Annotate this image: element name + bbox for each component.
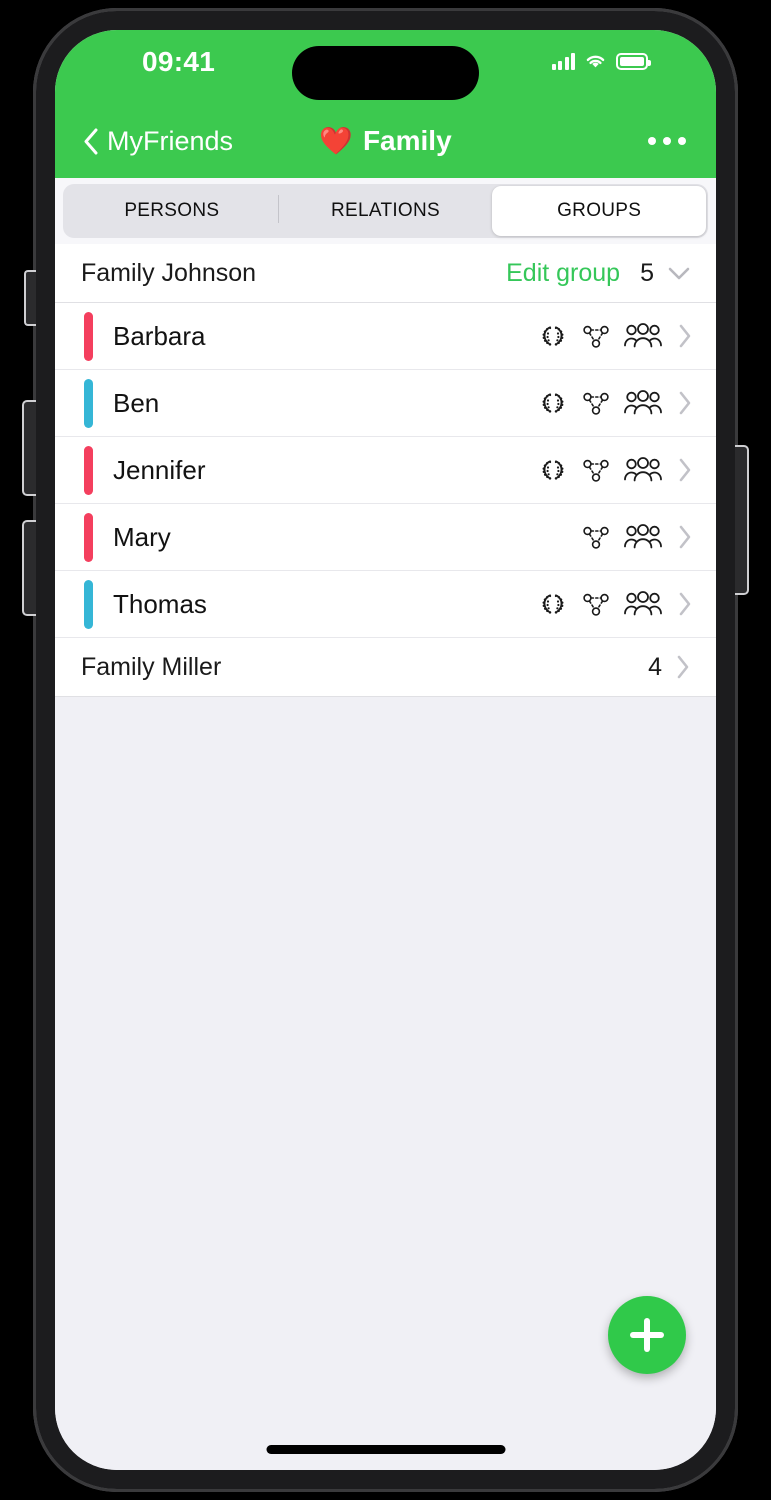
- member-row-barbara[interactable]: Barbara: [55, 303, 716, 370]
- silent-switch-button[interactable]: [24, 270, 36, 326]
- chevron-right-icon[interactable]: [676, 655, 690, 679]
- tab-groups[interactable]: GROUPS: [492, 186, 707, 236]
- status-bar: 09:41: [55, 30, 716, 104]
- member-name: Ben: [113, 387, 160, 418]
- laurel-wreath-icon[interactable]: [538, 591, 568, 617]
- edit-group-button[interactable]: Edit group: [506, 259, 620, 288]
- member-name: Jennifer: [113, 454, 206, 485]
- navigation-bar: MyFriends ❤️ Family: [55, 104, 716, 178]
- relations-network-icon[interactable]: [581, 323, 611, 350]
- heart-icon: ❤️: [319, 125, 353, 156]
- chevron-right-icon: [679, 391, 691, 415]
- member-row-ben[interactable]: Ben: [55, 370, 716, 437]
- dynamic-island: [292, 46, 479, 100]
- page-title-text: Family: [362, 125, 452, 156]
- people-group-icon[interactable]: [624, 591, 662, 617]
- member-row-jennifer[interactable]: Jennifer: [55, 437, 716, 504]
- status-bar-indicators: [551, 53, 651, 70]
- group-header-family-miller[interactable]: Family Miller 4: [55, 638, 716, 697]
- chevron-right-icon: [679, 592, 691, 616]
- laurel-wreath-icon[interactable]: [538, 323, 568, 349]
- tab-groups-label: GROUPS: [557, 200, 642, 221]
- gender-indicator-bar: [84, 513, 93, 562]
- group-name: Family Johnson: [81, 258, 257, 287]
- relations-network-icon[interactable]: [581, 390, 611, 417]
- member-row-thomas[interactable]: Thomas: [55, 571, 716, 638]
- volume-up-button[interactable]: [22, 400, 36, 496]
- member-badges: [538, 457, 662, 484]
- member-name: Mary: [113, 521, 171, 552]
- member-name: Barbara: [113, 320, 206, 351]
- group-name: Family Miller: [81, 652, 222, 681]
- power-button[interactable]: [735, 445, 749, 595]
- relations-network-icon[interactable]: [581, 591, 611, 618]
- chevron-right-icon: [679, 525, 691, 549]
- relations-network-icon[interactable]: [581, 457, 611, 484]
- groups-list: Family Johnson Edit group 5 Barbara Ben …: [55, 244, 716, 1470]
- people-group-icon[interactable]: [624, 323, 662, 349]
- member-name: Thomas: [113, 588, 207, 619]
- more-horizontal-icon[interactable]: [648, 137, 686, 145]
- member-badges: [581, 524, 662, 551]
- phone-screen: 09:41 MyFriends ❤️ Family PERSONS RELATI…: [55, 30, 716, 1470]
- member-badges: [538, 323, 662, 350]
- tab-relations[interactable]: RELATIONS: [279, 186, 493, 236]
- segmented-control: PERSONS RELATIONS GROUPS: [63, 184, 708, 238]
- member-row-mary[interactable]: Mary: [55, 504, 716, 571]
- segmented-control-container: PERSONS RELATIONS GROUPS: [55, 178, 716, 244]
- status-bar-time: 09:41: [142, 46, 216, 77]
- member-badges: [538, 591, 662, 618]
- group-header-family-johnson[interactable]: Family Johnson Edit group 5: [55, 244, 716, 303]
- add-button[interactable]: [608, 1296, 686, 1374]
- tab-persons-label: PERSONS: [124, 200, 220, 221]
- chevron-right-icon: [679, 324, 691, 348]
- group-member-count: 4: [648, 652, 662, 681]
- gender-indicator-bar: [84, 446, 93, 495]
- chevron-right-icon: [679, 458, 691, 482]
- tab-relations-label: RELATIONS: [331, 200, 440, 221]
- cellular-signal-icon: [551, 53, 575, 70]
- home-indicator[interactable]: [266, 1445, 505, 1454]
- gender-indicator-bar: [84, 379, 93, 428]
- tab-persons[interactable]: PERSONS: [65, 186, 279, 236]
- volume-down-button[interactable]: [22, 520, 36, 616]
- chevron-down-icon[interactable]: [668, 267, 690, 280]
- people-group-icon[interactable]: [624, 457, 662, 483]
- gender-indicator-bar: [84, 312, 93, 361]
- relations-network-icon[interactable]: [581, 524, 611, 551]
- gender-indicator-bar: [84, 580, 93, 629]
- app-header: 09:41 MyFriends ❤️ Family: [55, 30, 716, 178]
- laurel-wreath-icon[interactable]: [538, 390, 568, 416]
- people-group-icon[interactable]: [624, 390, 662, 416]
- people-group-icon[interactable]: [624, 524, 662, 550]
- member-badges: [538, 390, 662, 417]
- laurel-wreath-icon[interactable]: [538, 457, 568, 483]
- group-member-count: 5: [640, 258, 654, 287]
- battery-icon: [616, 53, 651, 70]
- page-title: ❤️ Family: [55, 125, 716, 157]
- wifi-icon: [586, 55, 605, 68]
